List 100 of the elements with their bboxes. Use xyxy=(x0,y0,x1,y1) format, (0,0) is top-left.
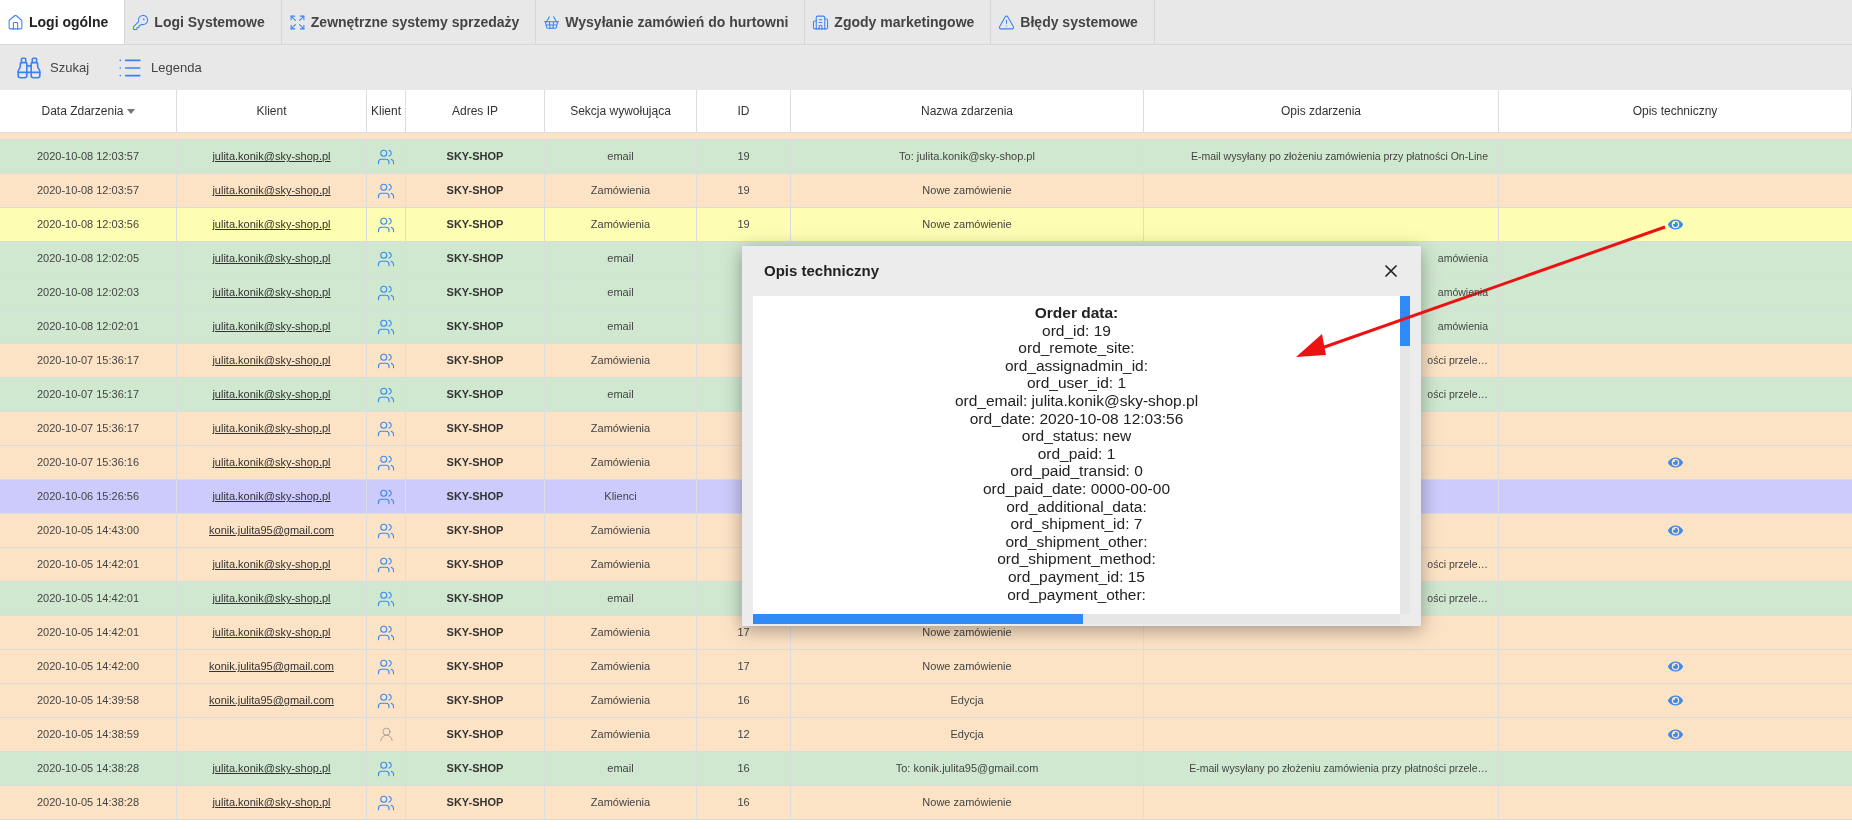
users-icon[interactable] xyxy=(377,283,395,302)
ip-text: SKY-SHOP xyxy=(446,421,504,437)
client-link[interactable]: julita.konik@sky-shop.pl xyxy=(212,454,331,471)
detail-line: ord_status: new xyxy=(1021,427,1132,445)
toolbar-button[interactable]: Legenda xyxy=(117,54,202,81)
section-text: Zamówienia xyxy=(590,455,651,471)
ip-text: SKY-SHOP xyxy=(446,761,504,777)
client-link[interactable]: julita.konik@sky-shop.pl xyxy=(212,386,331,403)
column-header[interactable]: Klient xyxy=(177,90,367,132)
section-text: Zamówienia xyxy=(590,727,651,743)
column-header[interactable]: ID xyxy=(697,90,791,132)
ip-text: SKY-SHOP xyxy=(446,659,504,675)
tab[interactable]: Logi ogólne xyxy=(0,0,126,44)
eye-icon[interactable] xyxy=(1668,693,1683,708)
client-link[interactable]: julita.konik@sky-shop.pl xyxy=(212,352,331,369)
users-icon[interactable] xyxy=(377,589,395,608)
client-link[interactable]: konik.julita95@gmail.com xyxy=(209,522,334,539)
date-text: 2020-10-08 12:03:56 xyxy=(36,217,140,233)
client-link[interactable]: julita.konik@sky-shop.pl xyxy=(212,148,331,165)
date-text: 2020-10-05 14:38:28 xyxy=(36,795,140,811)
eye-icon[interactable] xyxy=(1668,217,1683,232)
ip-text: SKY-SHOP xyxy=(446,217,504,233)
section-text: email xyxy=(607,319,634,335)
users-icon[interactable] xyxy=(377,759,395,778)
eye-icon[interactable] xyxy=(1668,727,1683,742)
client-link[interactable]: julita.konik@sky-shop.pl xyxy=(212,760,331,777)
users-icon[interactable] xyxy=(377,521,395,540)
column-header[interactable]: Data Zdarzenia xyxy=(0,90,177,132)
detail-line: ord_remote_site: xyxy=(1018,339,1135,357)
users-icon[interactable] xyxy=(377,623,395,642)
users-icon[interactable] xyxy=(377,147,395,166)
users-icon[interactable] xyxy=(377,793,395,812)
ip-text: SKY-SHOP xyxy=(446,251,504,267)
dialog-title: Opis techniczny xyxy=(764,260,880,281)
detail-line: ord_assignadmin_id: xyxy=(1004,356,1148,375)
column-header[interactable]: Adres IP xyxy=(406,90,545,132)
date-text: 2020-10-05 14:42:01 xyxy=(36,591,140,607)
horizontal-scrollbar[interactable] xyxy=(753,614,1400,624)
column-header[interactable]: Opis techniczny xyxy=(1499,90,1852,132)
section-text: Klienci xyxy=(604,489,637,505)
date-text: 2020-10-08 12:02:03 xyxy=(36,285,140,301)
user-icon[interactable] xyxy=(377,726,395,743)
users-icon[interactable] xyxy=(377,317,395,336)
users-icon[interactable] xyxy=(377,215,395,234)
section-text: Zamówienia xyxy=(590,557,651,573)
client-link[interactable]: julita.konik@sky-shop.pl xyxy=(212,284,331,301)
client-link[interactable]: julita.konik@sky-shop.pl xyxy=(212,182,331,199)
ip-text: SKY-SHOP xyxy=(446,557,504,573)
description-text: E-mail wysyłany po złożeniu zamówienia przy płatności przele… xyxy=(1189,760,1488,776)
client-link[interactable]: julita.konik@sky-shop.pl xyxy=(212,624,331,641)
eye-icon[interactable] xyxy=(1668,523,1683,538)
section-text: email xyxy=(607,591,634,607)
column-header[interactable]: Sekcja wywołująca xyxy=(545,90,697,132)
eye-icon[interactable] xyxy=(1668,659,1683,674)
section-text: Zamówienia xyxy=(590,353,651,369)
toolbar-button[interactable]: Szukaj xyxy=(16,54,90,81)
client-link[interactable]: konik.julita95@gmail.com xyxy=(209,658,334,675)
detail-line: ord_user_id: 1 xyxy=(1026,374,1127,392)
event-text: Nowe zamówienie xyxy=(922,625,1012,641)
client-link[interactable]: julita.konik@sky-shop.pl xyxy=(212,590,331,607)
column-header[interactable]: Opis zdarzenia xyxy=(1144,90,1499,132)
users-icon[interactable] xyxy=(377,249,395,268)
date-text: 2020-10-07 15:36:16 xyxy=(36,455,140,471)
client-link[interactable]: julita.konik@sky-shop.pl xyxy=(212,250,331,267)
users-icon[interactable] xyxy=(377,691,395,710)
event-text: Nowe zamówienie xyxy=(922,183,1012,199)
client-link[interactable]: julita.konik@sky-shop.pl xyxy=(212,488,331,505)
section-text: Zamówienia xyxy=(590,659,651,675)
description-text: amówienia xyxy=(1437,250,1488,266)
users-icon[interactable] xyxy=(377,555,395,574)
detail-line: ord_paid_transid: 0 xyxy=(1010,462,1143,480)
users-icon[interactable] xyxy=(377,657,395,676)
column-header[interactable]: Klient xyxy=(367,90,406,132)
event-text: Nowe zamówienie xyxy=(922,217,1012,233)
id-text: 16 xyxy=(737,761,750,777)
client-link[interactable]: julita.konik@sky-shop.pl xyxy=(212,318,331,335)
date-text: 2020-10-06 15:26:56 xyxy=(36,489,140,505)
section-text: email xyxy=(607,149,634,165)
id-text: 16 xyxy=(737,795,750,811)
section-text: Zamówienia xyxy=(590,217,651,233)
users-icon[interactable] xyxy=(377,487,395,506)
section-text: Zamówienia xyxy=(590,523,651,539)
detail-line: ord_email: julita.konik@sky-shop.pl xyxy=(954,391,1199,410)
client-link[interactable]: julita.konik@sky-shop.pl xyxy=(212,556,331,573)
vertical-scrollbar[interactable] xyxy=(1400,296,1410,614)
users-icon[interactable] xyxy=(377,419,395,438)
ip-text: SKY-SHOP xyxy=(446,387,504,403)
users-icon[interactable] xyxy=(377,351,395,370)
client-link[interactable]: julita.konik@sky-shop.pl xyxy=(212,216,331,233)
client-link[interactable]: julita.konik@sky-shop.pl xyxy=(212,794,331,811)
ip-text: SKY-SHOP xyxy=(446,353,504,369)
client-link[interactable]: julita.konik@sky-shop.pl xyxy=(212,420,331,437)
users-icon[interactable] xyxy=(377,453,395,472)
users-icon[interactable] xyxy=(377,181,395,200)
date-text: 2020-10-07 15:36:17 xyxy=(36,387,140,403)
client-link[interactable]: konik.julita95@gmail.com xyxy=(209,692,334,709)
eye-icon[interactable] xyxy=(1668,455,1683,470)
users-icon[interactable] xyxy=(377,385,395,404)
section-text: email xyxy=(607,251,634,267)
column-header[interactable]: Nazwa zdarzenia xyxy=(791,90,1144,132)
